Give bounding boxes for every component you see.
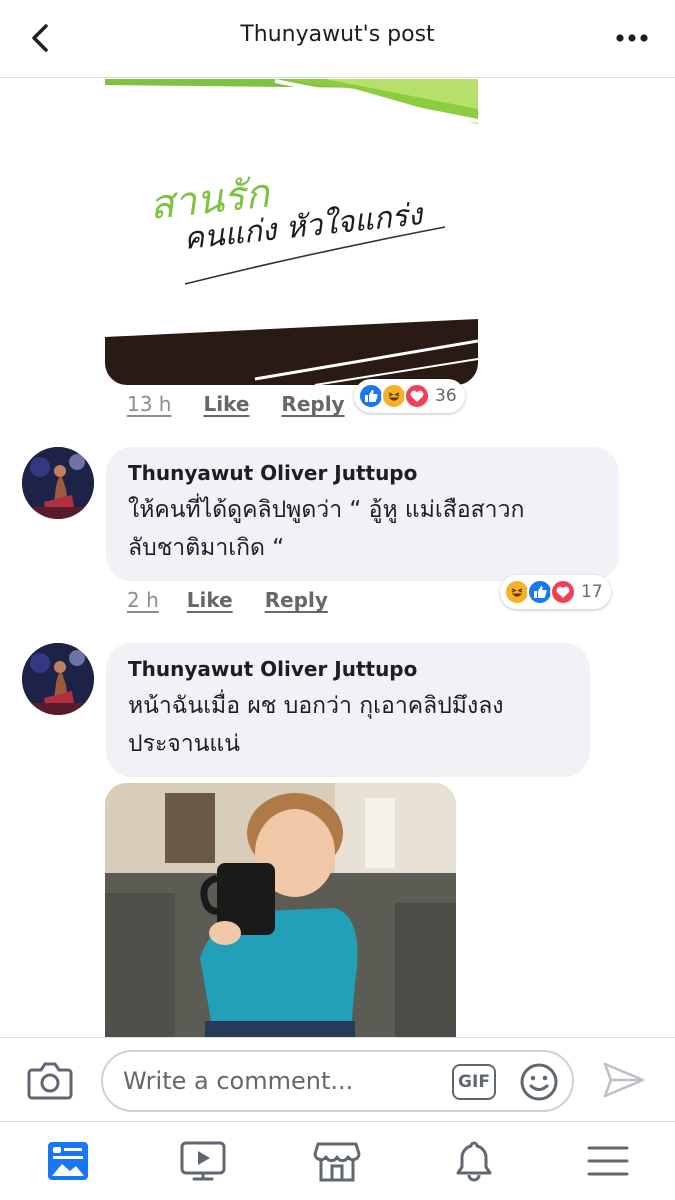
comment-time[interactable]: 2 h bbox=[127, 588, 159, 612]
comment-input[interactable]: Write a comment... GIF bbox=[101, 1050, 574, 1112]
child-mug-photo bbox=[105, 783, 456, 1037]
comment-input-placeholder: Write a comment... bbox=[123, 1067, 354, 1095]
reaction-count: 36 bbox=[435, 386, 457, 406]
comment-text-line: หน้าฉันเมื่อ ผช บอกว่า กุเอาคลิปมึงลง bbox=[128, 693, 504, 719]
comment-meta-1: 13 h Like Reply bbox=[127, 392, 345, 416]
notifications-icon[interactable] bbox=[449, 1138, 499, 1184]
watch-icon[interactable] bbox=[178, 1138, 228, 1184]
avatar[interactable] bbox=[22, 447, 94, 519]
top-bar: Thunyawut's post bbox=[0, 0, 675, 78]
smiley-icon[interactable] bbox=[519, 1062, 559, 1102]
news-feed-icon[interactable] bbox=[43, 1138, 93, 1184]
gif-button[interactable]: GIF bbox=[452, 1064, 496, 1100]
page-title: Thunyawut's post bbox=[240, 22, 435, 47]
sticker-artwork: สานรัก คนแก่ง หัวใจแกร่ง bbox=[105, 79, 478, 385]
comment-text-line: ให้คนที่ได้ดูคลิปพูดว่า “ อู้หู แม่เสือส… bbox=[128, 497, 525, 523]
reaction-count: 17 bbox=[581, 582, 603, 602]
reply-button[interactable]: Reply bbox=[281, 392, 344, 416]
comment-photo[interactable] bbox=[105, 783, 456, 1037]
love-reaction-icon bbox=[550, 579, 576, 605]
reaction-summary[interactable]: 17 bbox=[500, 575, 611, 609]
love-reaction-icon bbox=[404, 383, 430, 409]
comment-bubble: Thunyawut Oliver Juttupo หน้าฉันเมื่อ ผช… bbox=[106, 643, 590, 777]
comment-composer: Write a comment... GIF bbox=[0, 1037, 675, 1121]
comment-meta-2: 2 h Like Reply bbox=[127, 588, 328, 612]
camera-icon[interactable] bbox=[26, 1058, 74, 1102]
like-button[interactable]: Like bbox=[187, 588, 233, 612]
send-icon[interactable] bbox=[602, 1060, 646, 1100]
reaction-summary[interactable]: 36 bbox=[354, 379, 465, 413]
bottom-tab-bar bbox=[0, 1121, 675, 1200]
comment-author[interactable]: Thunyawut Oliver Juttupo bbox=[128, 657, 568, 681]
like-button[interactable]: Like bbox=[203, 392, 249, 416]
comment-time[interactable]: 13 h bbox=[127, 392, 171, 416]
menu-icon[interactable] bbox=[583, 1138, 633, 1184]
avatar-photo bbox=[22, 447, 94, 519]
avatar-photo bbox=[22, 643, 94, 715]
comment-text-line: ลับชาติมาเกิด “ bbox=[128, 535, 285, 561]
reply-button[interactable]: Reply bbox=[265, 588, 328, 612]
comment-author[interactable]: Thunyawut Oliver Juttupo bbox=[128, 461, 597, 485]
sticker-image[interactable]: สานรัก คนแก่ง หัวใจแกร่ง bbox=[105, 79, 478, 385]
marketplace-icon[interactable] bbox=[312, 1138, 362, 1184]
comments-list: สานรัก คนแก่ง หัวใจแกร่ง 13 h Like Reply… bbox=[0, 79, 675, 1037]
comment-bubble: Thunyawut Oliver Juttupo ให้คนที่ได้ดูคล… bbox=[106, 447, 619, 581]
avatar[interactable] bbox=[22, 643, 94, 715]
comment-text-line: ประจานแน่ bbox=[128, 731, 240, 757]
more-dots-icon[interactable] bbox=[612, 26, 652, 50]
